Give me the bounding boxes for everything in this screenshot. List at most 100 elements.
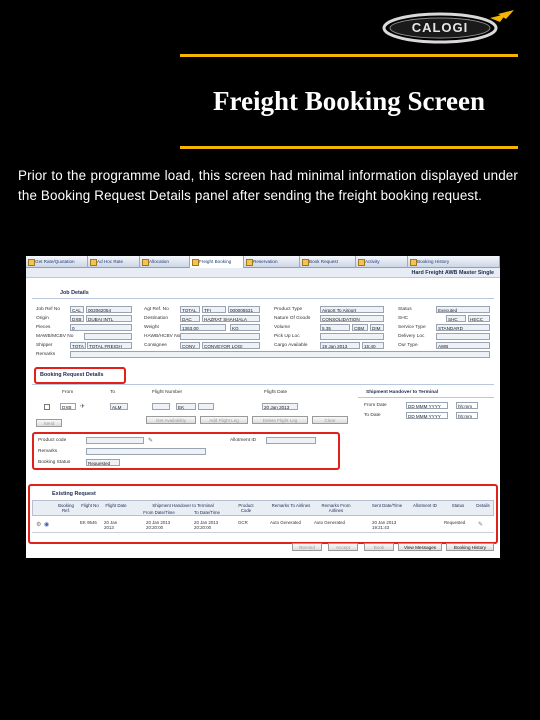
tab-reservation[interactable]: Reservation: [244, 256, 300, 268]
add-flight-leg-button[interactable]: Add Flight Leg: [200, 416, 248, 424]
product-code-label: Product code: [38, 438, 67, 443]
remind-button[interactable]: Remind: [292, 543, 322, 551]
row-view-icon[interactable]: ◉: [44, 521, 49, 528]
flight-date-field[interactable]: 20 Jan 2013: [262, 403, 298, 410]
freight-booking-app: Get Rate/Quotation Ad Hoc Rate Allocatio…: [26, 256, 500, 558]
consignee-code[interactable]: CONV: [180, 342, 200, 349]
row-detail-icon[interactable]: ✎: [478, 521, 483, 528]
booking-request-divider: [32, 384, 494, 385]
clear-button[interactable]: Clear: [312, 416, 348, 424]
destination-label: Destination: [144, 316, 168, 321]
lookup-icon[interactable]: ✎: [148, 437, 153, 444]
cargo-date-field[interactable]: 19 Jan 2013: [320, 342, 360, 349]
job-details-label: Job Details: [60, 290, 89, 296]
from-col-label: From: [62, 390, 74, 395]
cargo-time-field[interactable]: 15:40: [362, 342, 384, 349]
pieces-label: Pieces: [36, 325, 51, 330]
cell-flight-date: 20 Jan 2013: [104, 520, 118, 530]
product-type-field[interactable]: Airport To Airport: [320, 306, 384, 313]
flight-field-1[interactable]: [152, 403, 170, 410]
volume-unit-dim[interactable]: DIM: [370, 324, 384, 331]
product-code-field[interactable]: [86, 437, 144, 444]
job-ref-field[interactable]: 002062054: [86, 306, 132, 313]
get-availability-button[interactable]: Get Availability: [146, 416, 196, 424]
job-ref-prefix[interactable]: CAL: [70, 306, 84, 313]
tab-booking-history[interactable]: Booking History: [408, 256, 500, 268]
booking-status-field[interactable]: Requested: [86, 459, 120, 466]
agt-ref-code[interactable]: TOTAL: [180, 306, 200, 313]
status-field[interactable]: Executed: [436, 306, 490, 313]
cell-remarks-to: Auto Generated: [270, 520, 302, 525]
col-allotment: Allotment ID: [413, 503, 437, 508]
shipper-name[interactable]: TOTAL FREIGH: [87, 342, 132, 349]
tab-allocation[interactable]: Allocation: [140, 256, 190, 268]
volume-unit-cbm[interactable]: CBM: [352, 324, 368, 331]
weight-field[interactable]: 1363.00: [180, 324, 226, 331]
col-remarks-from: Remarks From Airlines: [321, 503, 351, 513]
our-type-field[interactable]: AWB: [436, 342, 490, 349]
send-button[interactable]: Send: [36, 419, 62, 427]
from-field[interactable]: DXB: [60, 403, 76, 410]
hawb-field[interactable]: [180, 333, 260, 340]
service-type-field[interactable]: STANDARD: [436, 324, 490, 331]
tab-freight-booking[interactable]: Freight Booking: [190, 256, 244, 268]
agt-ref-mid[interactable]: TFI: [202, 306, 226, 313]
row-edit-icon[interactable]: ⚙: [36, 521, 41, 528]
book-button[interactable]: Book: [364, 543, 394, 551]
to-date-field[interactable]: DD MMM YYYY: [406, 412, 448, 419]
nature-field[interactable]: CONSOLIDATION: [320, 315, 384, 322]
pickup-field[interactable]: [320, 333, 384, 340]
origin-label: Origin: [36, 316, 49, 321]
cell-from-dt: 20 Jan 2013 20:20:00: [146, 520, 171, 530]
tab-get-rate[interactable]: Get Rate/Quotation: [26, 256, 88, 268]
consignee-name[interactable]: CONVEYOR LOGI: [202, 342, 260, 349]
delete-flight-leg-button[interactable]: Delete Flight Leg: [252, 416, 308, 424]
to-date-label: To Date: [364, 413, 381, 418]
top-rule: [180, 54, 518, 57]
job-ref-label: Job Ref No: [36, 307, 60, 312]
col-from-dt: From Date/Time: [143, 510, 175, 515]
airplane-icon: ✈: [80, 404, 86, 410]
booking-history-button[interactable]: Booking History: [446, 543, 494, 551]
delivery-field[interactable]: [436, 333, 490, 340]
calogi-logo: CALOGI: [382, 10, 514, 44]
app-header: Hard Freight AWB Master Single: [26, 268, 500, 278]
agt-ref-field[interactable]: 000005531: [228, 306, 260, 313]
cell-remarks-from: Auto Generated: [314, 520, 346, 525]
origin-code[interactable]: DXB: [70, 315, 84, 322]
to-field[interactable]: ALM: [110, 403, 128, 410]
allotment-field[interactable]: [266, 437, 316, 444]
remarks-field[interactable]: [70, 351, 490, 358]
destination-code[interactable]: DAC: [180, 315, 200, 322]
weight-unit[interactable]: KG: [230, 324, 260, 331]
booking-remarks-field[interactable]: [86, 448, 206, 455]
destination-name[interactable]: HAZRAT SHAHJALA: [202, 315, 260, 322]
view-messages-button[interactable]: View Messages: [398, 543, 442, 551]
existing-request-label: Existing Request: [52, 491, 96, 497]
accept-button[interactable]: Accept: [328, 543, 358, 551]
existing-request-header: Booking Ref. Flight No Flight Date Shipm…: [32, 500, 494, 516]
slide-description: Prior to the programme load, this screen…: [18, 168, 518, 203]
shipper-label: Shipper: [36, 343, 53, 348]
slide-title: Freight Booking Screen: [212, 86, 485, 116]
origin-name[interactable]: DUBAI INTL: [86, 315, 132, 322]
shc-field-2[interactable]: HECC: [468, 315, 490, 322]
from-time-field[interactable]: hh:mm: [456, 402, 478, 409]
handover-label: Shipment Handover to Terminal: [366, 390, 439, 395]
tab-ad-hoc-rate[interactable]: Ad Hoc Rate: [88, 256, 140, 268]
product-type-label: Product Type: [274, 307, 303, 312]
shipper-code[interactable]: TOTA: [70, 342, 86, 349]
flight-field-2[interactable]: EK: [176, 403, 196, 410]
leg-checkbox[interactable]: [44, 404, 50, 410]
mawb-field[interactable]: [84, 333, 132, 340]
tab-book-request[interactable]: Book Request: [300, 256, 356, 268]
volume-field[interactable]: 5.35: [320, 324, 350, 331]
flight-field-3[interactable]: [198, 403, 214, 410]
to-time-field[interactable]: hh:mm: [456, 412, 478, 419]
pieces-field[interactable]: 0: [70, 324, 132, 331]
table-row[interactable]: ⚙ ◉ EK 9546 20 Jan 2013 20 Jan 2013 20:2…: [32, 517, 494, 533]
shc-field-1[interactable]: SHC: [446, 315, 466, 322]
from-date-field[interactable]: DD MMM YYYY: [406, 402, 448, 409]
tab-activity[interactable]: Activity: [356, 256, 408, 268]
status-label: Status: [398, 307, 412, 312]
